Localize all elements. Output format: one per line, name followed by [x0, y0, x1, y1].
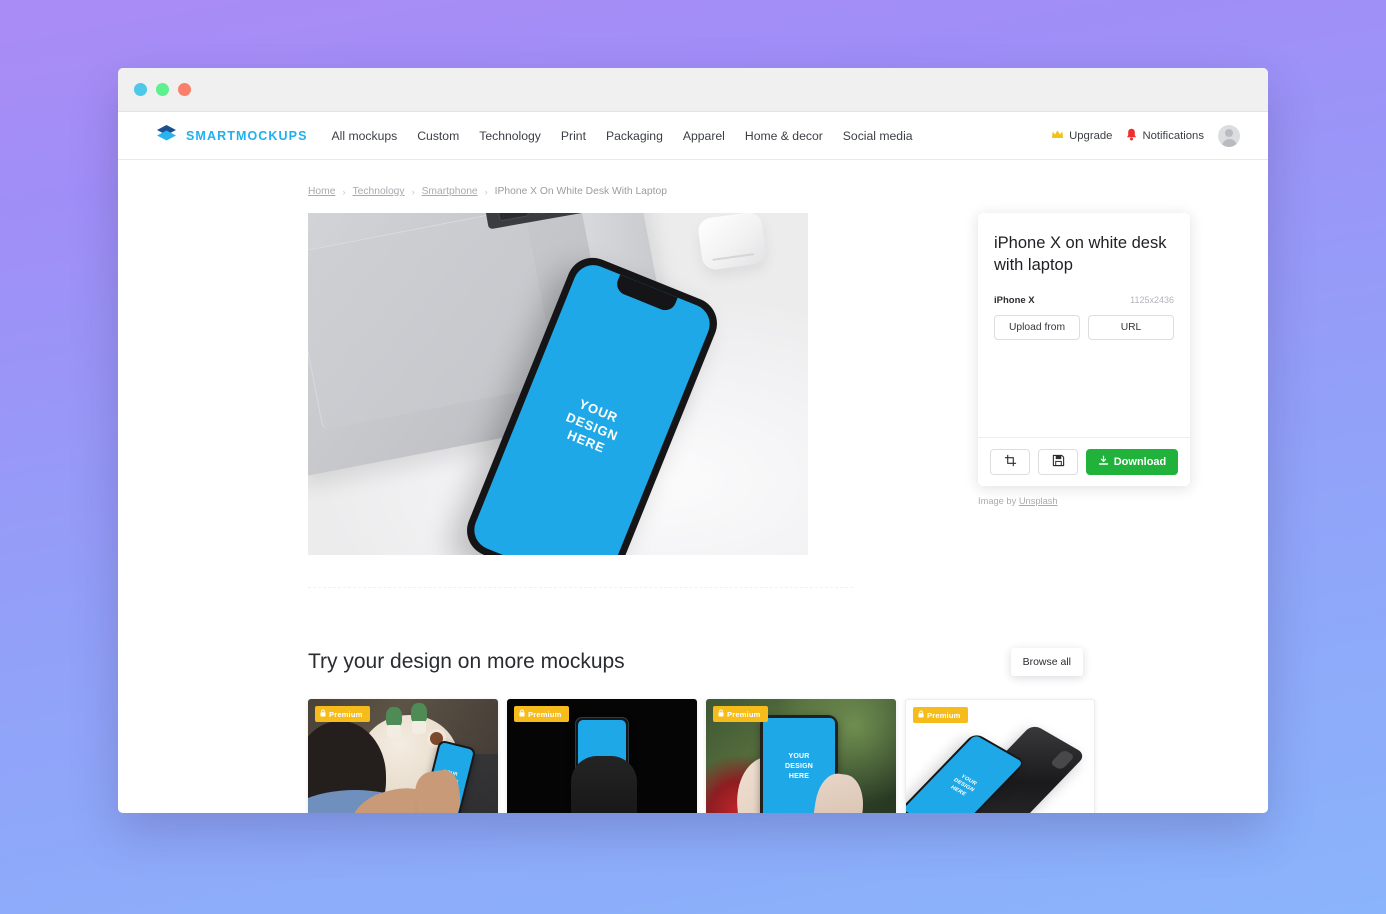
unsplash-link[interactable]: Unsplash	[1019, 496, 1058, 506]
crown-icon	[1051, 129, 1064, 143]
window-title-bar	[118, 68, 1268, 112]
image-credit: Image by Unsplash	[978, 496, 1190, 506]
breadcrumb-current-page: IPhone X On White Desk With Laptop	[494, 186, 667, 197]
device-name: iPhone X	[994, 294, 1035, 306]
premium-label: Premium	[727, 709, 761, 719]
more-mockups-title: Try your design on more mockups	[308, 650, 625, 673]
nav-link-technology[interactable]: Technology	[479, 129, 541, 143]
mockup-thumbnail-grid: YOUR DESIGN HERE	[308, 699, 1268, 813]
nav-right-group: Upgrade Notifications	[1051, 124, 1240, 147]
close-window-button[interactable]	[134, 83, 147, 96]
mockup-thumbnail-two-phones-white-background[interactable]: YOUR DESIGN HERE Premium	[905, 699, 1095, 813]
breadcrumb-separator: ›	[411, 186, 415, 197]
nav-links: All mockups Custom Technology Print Pack…	[332, 129, 913, 143]
nav-link-packaging[interactable]: Packaging	[606, 129, 663, 143]
breadcrumb-item-technology[interactable]: Technology	[352, 186, 404, 197]
breadcrumb: Home › Technology › Smartphone › IPhone …	[118, 160, 1268, 197]
mockup-details-panel: iPhone X on white desk with laptop iPhon…	[978, 213, 1190, 486]
design-placeholder-text: YOUR DESIGN HERE	[949, 773, 979, 798]
upgrade-label: Upgrade	[1069, 129, 1113, 142]
nav-link-all-mockups[interactable]: All mockups	[332, 129, 398, 143]
breadcrumb-item-smartphone[interactable]: Smartphone	[422, 186, 478, 197]
mockup-title: iPhone X on white desk with laptop	[994, 234, 1167, 274]
nav-link-custom[interactable]: Custom	[417, 129, 459, 143]
image-credit-prefix: Image by	[978, 496, 1017, 506]
crop-icon	[1004, 454, 1017, 470]
browser-window: SMARTMOCKUPS All mockups Custom Technolo…	[118, 68, 1268, 813]
mockup-preview-image[interactable]: YOUR DESIGN HERE	[308, 213, 808, 555]
premium-badge: Premium	[315, 706, 370, 722]
notifications-label: Notifications	[1142, 129, 1204, 142]
url-button[interactable]: URL	[1088, 314, 1174, 340]
premium-label: Premium	[528, 709, 562, 719]
nav-link-apparel[interactable]: Apparel	[683, 129, 725, 143]
thumb-pot	[412, 721, 426, 734]
upload-options-row: Upload from URL	[994, 314, 1174, 340]
brand-logo[interactable]: SMARTMOCKUPS	[156, 124, 308, 148]
mockup-thumbnail-phone-in-hand-outdoors[interactable]: YOUR DESIGN HERE Premium	[706, 699, 896, 813]
upload-from-button[interactable]: Upload from	[994, 314, 1080, 340]
save-button[interactable]	[1038, 449, 1078, 475]
breadcrumb-item-home[interactable]: Home	[308, 186, 335, 197]
breadcrumb-separator: ›	[342, 186, 346, 197]
lock-icon	[718, 709, 724, 719]
design-placeholder-text: YOUR DESIGN HERE	[784, 753, 814, 780]
more-mockups-header: Try your design on more mockups Browse a…	[308, 648, 1083, 676]
thumb-plant-icon	[411, 703, 427, 723]
mockup-meta: iPhone X 1125x2436	[994, 295, 1174, 306]
download-icon	[1098, 455, 1109, 469]
minimize-window-button[interactable]	[156, 83, 169, 96]
main-navigation-bar: SMARTMOCKUPS All mockups Custom Technolo…	[118, 112, 1268, 160]
user-avatar[interactable]	[1218, 124, 1240, 147]
layers-logo-icon	[156, 124, 177, 148]
lock-icon	[918, 710, 924, 720]
bell-icon	[1126, 128, 1137, 144]
mockup-thumbnail-woman-holding-phone-cafe[interactable]: YOUR DESIGN HERE	[308, 699, 498, 813]
upgrade-button[interactable]: Upgrade	[1051, 129, 1112, 143]
premium-badge: Premium	[514, 706, 569, 722]
lock-icon	[519, 709, 525, 719]
zoom-window-button[interactable]	[178, 83, 191, 96]
save-icon	[1052, 454, 1065, 470]
more-mockups-section: Try your design on more mockups Browse a…	[118, 588, 1268, 813]
download-button[interactable]: Download	[1086, 449, 1178, 475]
editor-row: YOUR DESIGN HERE iPhone X on white desk …	[118, 197, 1268, 555]
premium-label: Premium	[927, 710, 961, 720]
panel-upper-section: iPhone X on white desk with laptop iPhon…	[978, 213, 1190, 437]
mockup-thumbnail-phone-in-hand-black-background[interactable]: YOUR DESIGN HERE	[507, 699, 697, 813]
premium-badge: Premium	[713, 706, 768, 722]
lock-icon	[320, 709, 326, 719]
nav-link-home-decor[interactable]: Home & decor	[745, 129, 823, 143]
download-label: Download	[1113, 456, 1167, 468]
page-content: Home › Technology › Smartphone › IPhone …	[118, 160, 1268, 813]
thumb-plant-icon	[386, 707, 402, 727]
brand-name: SMARTMOCKUPS	[186, 128, 308, 143]
image-dimensions: 1125x2436	[1130, 294, 1174, 305]
design-placeholder-text: YOUR DESIGN HERE	[564, 396, 621, 456]
panel-action-bar: Download	[978, 437, 1190, 486]
airpods-case-image	[696, 213, 768, 272]
premium-badge: Premium	[913, 707, 968, 723]
premium-label: Premium	[329, 709, 363, 719]
browse-all-button[interactable]: Browse all	[1010, 648, 1083, 676]
thumb-pot	[387, 725, 401, 738]
side-panel-column: iPhone X on white desk with laptop iPhon…	[978, 213, 1190, 555]
thumb-hand	[571, 756, 637, 813]
breadcrumb-separator: ›	[484, 186, 488, 197]
thumb-camera-module	[1049, 749, 1076, 771]
crop-button[interactable]	[990, 449, 1030, 475]
nav-link-print[interactable]: Print	[561, 129, 586, 143]
nav-link-social-media[interactable]: Social media	[843, 129, 913, 143]
notifications-button[interactable]: Notifications	[1126, 128, 1204, 144]
